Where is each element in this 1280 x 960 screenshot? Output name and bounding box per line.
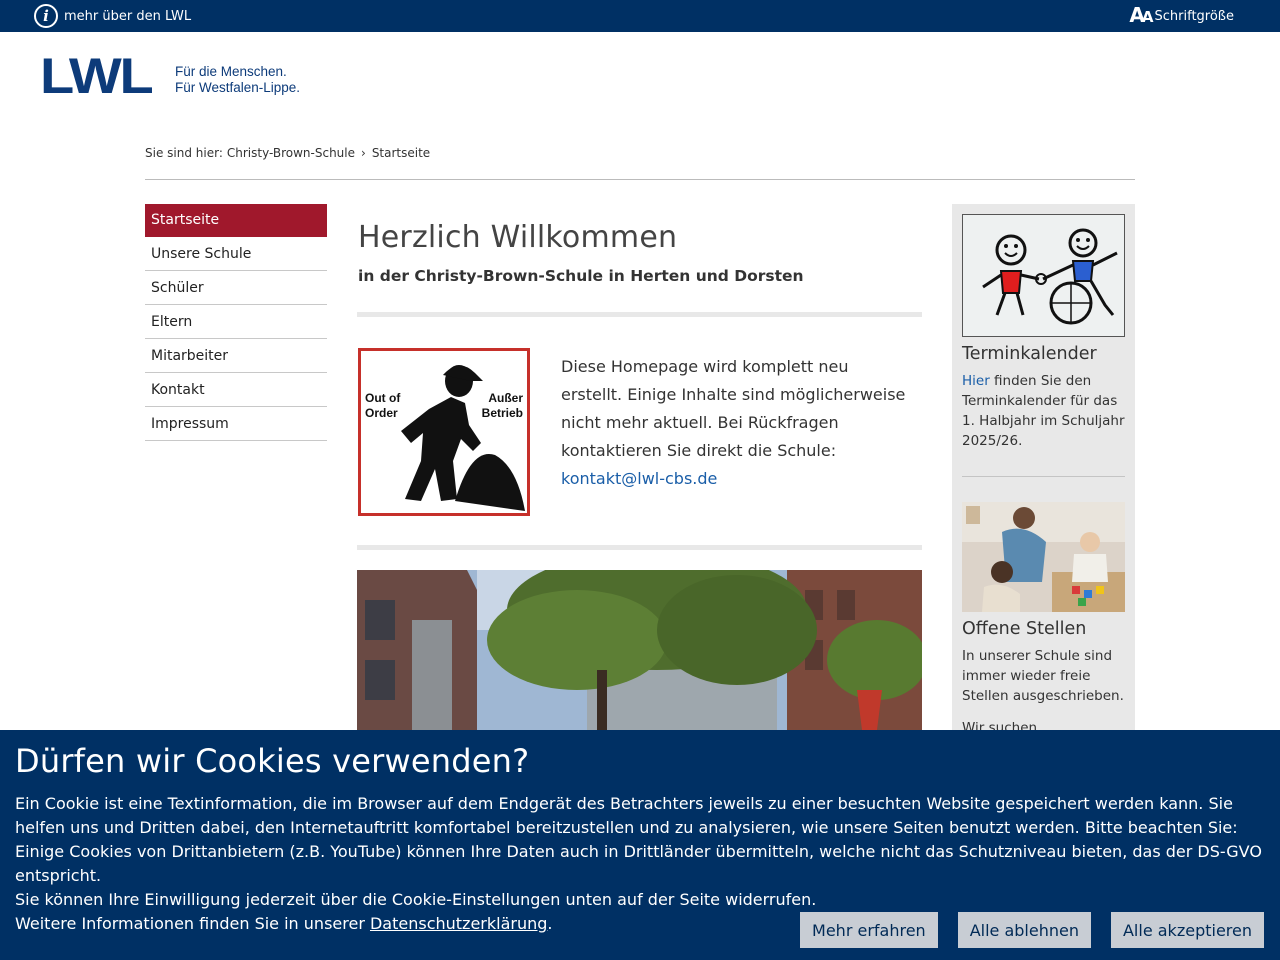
info-icon: i [34, 4, 58, 28]
lwl-logo[interactable]: LWL Für die Menschen. Für Westfalen-Lipp… [40, 48, 300, 104]
nav-item-startseite[interactable]: Startseite [145, 204, 327, 237]
reject-all-button[interactable]: Alle ablehnen [957, 912, 1091, 948]
right-sidebar: Terminkalender Hier finden Sie den Termi… [952, 204, 1135, 736]
breadcrumb: Sie sind hier: Christy-Brown-Schule › St… [145, 146, 430, 160]
learn-more-button[interactable]: Mehr erfahren [800, 912, 938, 948]
about-lwl-label: mehr über den LWL [64, 8, 192, 24]
page-subtitle: in der Christy-Brown-Schule in Herten un… [358, 267, 804, 285]
content-divider-2 [357, 545, 922, 550]
cookie-banner: Dürfen wir Cookies verwenden? Ein Cookie… [0, 730, 1280, 960]
sign-label-german: Außer Betrieb [482, 391, 523, 421]
breadcrumb-item-school[interactable]: Christy-Brown-Schule [227, 146, 355, 160]
jobs-teaser-text: In unserer Schule sind immer wieder frei… [962, 648, 1124, 704]
cookie-actions: Mehr erfahren Alle ablehnen Alle akzepti… [800, 912, 1264, 948]
contact-email-link[interactable]: kontakt@lwl-cbs.de [561, 469, 717, 488]
construction-worker-icon [401, 365, 525, 511]
top-bar: i mehr über den LWL AA Schriftgröße [0, 0, 1280, 32]
nav-item-impressum[interactable]: Impressum [145, 407, 327, 441]
classroom-photo [962, 502, 1125, 612]
page-title: Herzlich Willkommen [358, 220, 678, 255]
font-size-button[interactable]: AA Schriftgröße [1129, 5, 1234, 27]
cookie-more-suffix: . [547, 914, 553, 933]
cookie-more-prefix: Weitere Informationen finden Sie in unse… [15, 914, 370, 933]
notice-text: Diese Homepage wird komplett neu erstell… [561, 353, 913, 493]
calendar-link[interactable]: Hier [962, 373, 990, 389]
notice-body: Diese Homepage wird komplett neu erstell… [561, 357, 906, 460]
nav-item-kontakt[interactable]: Kontakt [145, 373, 327, 407]
logo-claim-line-1: Für die Menschen. [175, 64, 287, 79]
calendar-teaser-text: Hier finden Sie den Terminkalender für d… [962, 371, 1130, 451]
calendar-teaser-title[interactable]: Terminkalender [962, 344, 1097, 364]
logo-mark: LWL [40, 48, 154, 104]
school-building-photo [357, 570, 922, 730]
sidebar-nav: Startseite Unsere Schule Schüler Eltern … [145, 204, 327, 441]
school-building-image [357, 570, 922, 730]
text-size-icon: AA [1129, 3, 1153, 27]
nav-item-unsere-schule[interactable]: Unsere Schule [145, 237, 327, 271]
main-content: Herzlich Willkommen in der Christy-Brown… [357, 220, 922, 285]
jobs-teaser-image[interactable] [962, 502, 1125, 612]
logo-claim: Für die Menschen. Für Westfalen-Lippe. [175, 64, 300, 96]
nav-item-mitarbeiter[interactable]: Mitarbeiter [145, 339, 327, 373]
teaser-divider [962, 476, 1125, 477]
children-drawing-icon [982, 228, 1118, 325]
nav-item-schueler[interactable]: Schüler [145, 271, 327, 305]
content-divider [357, 312, 922, 317]
breadcrumb-separator: › [361, 146, 366, 160]
sign-label-english: Out of Order [365, 391, 400, 421]
logo-claim-line-2: Für Westfalen-Lippe. [175, 80, 301, 95]
accept-all-button[interactable]: Alle akzeptieren [1110, 912, 1264, 948]
calendar-teaser-image[interactable] [962, 214, 1125, 337]
breadcrumb-prefix: Sie sind hier: [145, 146, 223, 160]
breadcrumb-divider [145, 179, 1135, 180]
nav-item-eltern[interactable]: Eltern [145, 305, 327, 339]
cookie-revoke-note: Sie können Ihre Einwilligung jederzeit ü… [15, 890, 817, 909]
font-size-label: Schriftgröße [1154, 8, 1235, 24]
cookie-body: Ein Cookie ist eine Textinformation, die… [15, 794, 1262, 885]
cookie-title: Dürfen wir Cookies verwenden? [15, 742, 530, 780]
about-lwl-link[interactable]: i mehr über den LWL [34, 4, 191, 28]
privacy-policy-link[interactable]: Datenschutzerklärung [370, 914, 547, 933]
out-of-order-sign: Out of Order Außer Betrieb [358, 348, 530, 516]
jobs-teaser-title[interactable]: Offene Stellen [962, 619, 1086, 639]
sign-label-german-text: Außer Betrieb [481, 391, 523, 420]
breadcrumb-item-home[interactable]: Startseite [372, 146, 430, 160]
sign-label-english-text: Out of Order [365, 391, 401, 420]
